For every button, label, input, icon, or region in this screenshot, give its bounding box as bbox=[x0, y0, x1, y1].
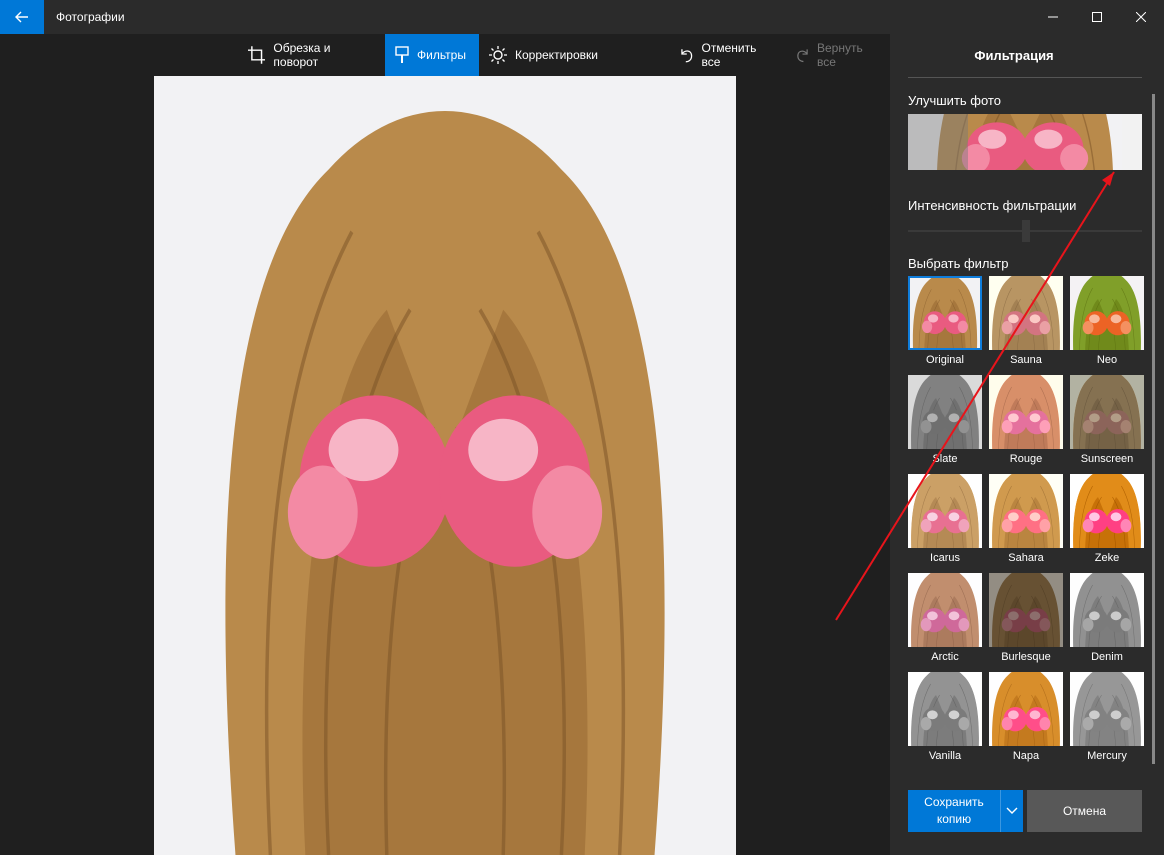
filter-thumbnail bbox=[908, 474, 982, 548]
filter-thumbnail bbox=[1070, 672, 1144, 746]
edit-toolbar: Обрезка и поворот Фильтры Корректировки … bbox=[0, 34, 890, 76]
title-bar: Фотографии bbox=[0, 0, 1164, 34]
filter-mercury[interactable]: Mercury bbox=[1070, 672, 1144, 762]
filter-name: Neo bbox=[1096, 354, 1118, 366]
maximize-icon bbox=[1092, 12, 1102, 22]
redo-all-label: Вернуть все bbox=[816, 41, 863, 69]
adjustments-label: Корректировки bbox=[515, 48, 598, 62]
maximize-button[interactable] bbox=[1074, 0, 1120, 34]
filter-name: Sauna bbox=[1010, 354, 1042, 366]
filter-name: Slate bbox=[932, 453, 958, 465]
enhance-photo-toggle[interactable] bbox=[908, 114, 1142, 170]
photo-image bbox=[154, 76, 736, 855]
filter-name: Vanilla bbox=[928, 750, 962, 762]
filter-name: Burlesque bbox=[1001, 651, 1051, 663]
filter-thumbnail bbox=[989, 573, 1063, 647]
filter-name: Denim bbox=[1091, 651, 1123, 663]
panel-divider bbox=[908, 77, 1142, 78]
filter-thumbnail bbox=[908, 672, 982, 746]
filter-name: Arctic bbox=[931, 651, 959, 663]
crop-rotate-tab[interactable]: Обрезка и поворот bbox=[238, 34, 385, 76]
filter-thumbnail bbox=[989, 474, 1063, 548]
filter-panel: Фильтрация Улучшить фото Интенсивность ф… bbox=[890, 34, 1164, 855]
filter-sahara[interactable]: Sahara bbox=[989, 474, 1063, 564]
adjustments-tab[interactable]: Корректировки bbox=[479, 34, 609, 76]
filter-name: Zeke bbox=[1094, 552, 1120, 564]
filter-original[interactable]: Original bbox=[908, 276, 982, 366]
enhance-preview-image bbox=[908, 114, 1142, 170]
panel-title: Фильтрация bbox=[974, 48, 1054, 63]
filter-thumbnail bbox=[908, 573, 982, 647]
filter-thumbnail bbox=[989, 672, 1063, 746]
filters-label: Фильтры bbox=[417, 48, 466, 62]
filter-denim[interactable]: Denim bbox=[1070, 573, 1144, 663]
cancel-button[interactable]: Отмена bbox=[1027, 790, 1142, 832]
save-copy-button[interactable]: Сохранить копию bbox=[908, 790, 1000, 832]
minimize-icon bbox=[1048, 16, 1058, 18]
close-icon bbox=[1136, 12, 1146, 22]
filter-neo[interactable]: Neo bbox=[1070, 276, 1144, 366]
filter-arctic[interactable]: Arctic bbox=[908, 573, 982, 663]
photo-canvas bbox=[154, 76, 736, 855]
undo-icon bbox=[681, 49, 693, 63]
filter-thumbnail bbox=[1070, 375, 1144, 449]
save-copy-label-line1: Сохранить bbox=[924, 795, 984, 809]
filter-name: Mercury bbox=[1087, 750, 1127, 762]
filter-burlesque[interactable]: Burlesque bbox=[989, 573, 1063, 663]
filter-thumbnail bbox=[1070, 276, 1144, 350]
filter-thumbnail bbox=[989, 375, 1063, 449]
filter-name: Napa bbox=[1012, 750, 1040, 762]
enhance-photo-label: Улучшить фото bbox=[908, 93, 1001, 108]
back-button[interactable] bbox=[0, 0, 44, 34]
crop-icon bbox=[248, 46, 266, 64]
back-arrow-icon bbox=[15, 11, 28, 23]
filter-sauna[interactable]: Sauna bbox=[989, 276, 1063, 366]
sun-icon bbox=[489, 46, 507, 64]
filter-vanilla[interactable]: Vanilla bbox=[908, 672, 982, 762]
close-button[interactable] bbox=[1118, 0, 1164, 34]
filter-name: Sahara bbox=[1008, 552, 1044, 564]
filter-name: Sunscreen bbox=[1080, 453, 1134, 465]
undo-all-label: Отменить все bbox=[701, 41, 757, 69]
save-options-button[interactable] bbox=[1000, 790, 1023, 832]
choose-filter-label: Выбрать фильтр bbox=[908, 256, 1009, 271]
chevron-down-icon bbox=[1006, 807, 1018, 814]
filter-thumbnail bbox=[1070, 573, 1144, 647]
filter-zeke[interactable]: Zeke bbox=[1070, 474, 1144, 564]
filters-tab[interactable]: Фильтры bbox=[385, 34, 479, 76]
filter-sunscreen[interactable]: Sunscreen bbox=[1070, 375, 1144, 465]
filter-napa[interactable]: Napa bbox=[989, 672, 1063, 762]
filter-name: Original bbox=[926, 354, 964, 366]
paint-brush-icon bbox=[395, 46, 409, 63]
minimize-button[interactable] bbox=[1030, 0, 1076, 34]
undo-all-button[interactable]: Отменить все bbox=[670, 34, 786, 76]
save-copy-label-line2: копию bbox=[936, 812, 972, 826]
intensity-label: Интенсивность фильтрации bbox=[908, 198, 1077, 213]
intensity-slider-thumb[interactable] bbox=[1022, 220, 1030, 242]
filter-thumbnail bbox=[908, 276, 982, 350]
app-title: Фотографии bbox=[56, 10, 125, 24]
filter-thumbnail bbox=[989, 276, 1063, 350]
filter-name: Icarus bbox=[930, 552, 960, 564]
filter-thumbnail bbox=[1070, 474, 1144, 548]
redo-all-button[interactable]: Вернуть все bbox=[786, 34, 890, 76]
panel-scrollbar[interactable] bbox=[1152, 94, 1155, 764]
filter-slate[interactable]: Slate bbox=[908, 375, 982, 465]
crop-rotate-label: Обрезка и поворот bbox=[273, 41, 331, 69]
filter-rouge[interactable]: Rouge bbox=[989, 375, 1063, 465]
redo-icon bbox=[797, 49, 808, 63]
filter-name: Rouge bbox=[1009, 453, 1043, 465]
filter-thumbnail bbox=[908, 375, 982, 449]
filter-icarus[interactable]: Icarus bbox=[908, 474, 982, 564]
